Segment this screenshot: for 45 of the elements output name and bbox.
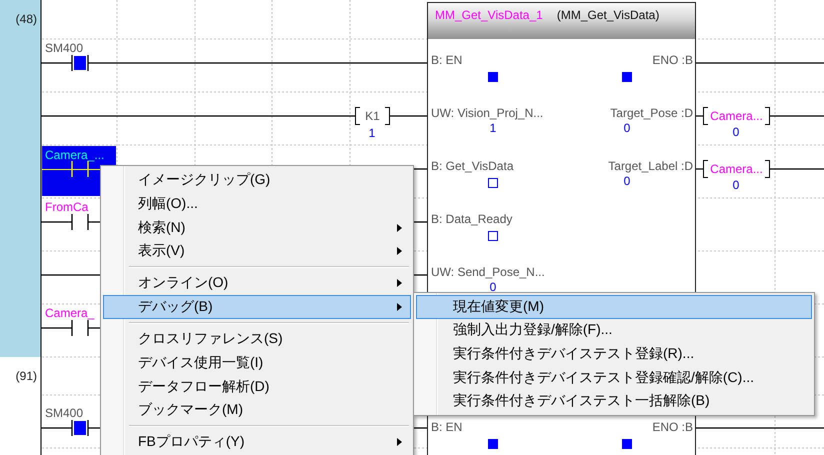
menu-item[interactable]: 現在値変更(M) — [416, 295, 812, 319]
menu-item[interactable]: FBプロパティ(Y) — [103, 430, 411, 454]
pin-label: ENO :B — [652, 53, 693, 67]
pin-label: Target_Label :D — [608, 159, 693, 173]
contact-device-label: Camera_ — [45, 306, 96, 320]
contact-device-label: SM400 — [45, 406, 84, 420]
output-device: Camera... — [703, 160, 770, 178]
constant-value: 1 — [368, 126, 376, 140]
pin-value: 0 — [488, 280, 498, 294]
pin-label: B: Data_Ready — [431, 212, 512, 226]
pin-value: 0 — [622, 174, 632, 188]
menu-item[interactable]: 列幅(O)... — [103, 192, 411, 216]
pin-value: 0 — [622, 121, 632, 135]
menu-item[interactable]: 検索(N) — [103, 216, 411, 240]
menu-item[interactable]: ブックマーク(M) — [103, 398, 411, 422]
menu-item[interactable]: オンライン(O) — [103, 271, 411, 296]
menu-item[interactable]: 表示(V) — [103, 239, 411, 264]
menu-item[interactable]: クロスリファレンス(S) — [103, 326, 411, 351]
menu-item[interactable]: イメージクリップ(G) — [103, 168, 411, 192]
pin-label: UW: Send_Pose_N... — [431, 265, 545, 279]
menu-item[interactable]: 実行条件付きデバイステスト一括解除(B) — [416, 389, 812, 413]
block-type-name: (MM_Get_VisData) — [556, 8, 660, 22]
instance-name: MM_Get_VisData_1 — [435, 8, 543, 22]
menu-item[interactable]: 強制入出力登録/解除(F)... — [416, 318, 812, 342]
pin-label: B: EN — [431, 420, 462, 434]
output-value: 0 — [732, 178, 740, 192]
pin-value: 1 — [488, 121, 498, 135]
pin-label: UW: Vision_Proj_N... — [431, 106, 544, 120]
menu-item[interactable]: デバッグ(B) — [103, 295, 411, 319]
pin-label: B: Get_VisData — [431, 159, 514, 173]
output-device: Camera... — [703, 107, 770, 125]
constant-device: K1 — [355, 107, 390, 125]
pin-label: B: EN — [431, 53, 462, 67]
menu-item[interactable]: 実行条件付きデバイステスト登録確認/解除(C)... — [416, 366, 812, 390]
menu-item[interactable]: データフロー解析(D) — [103, 374, 411, 398]
output-value: 0 — [732, 125, 740, 139]
menu-item[interactable]: デバイス使用一覧(I) — [103, 350, 411, 375]
menu-item[interactable]: 実行条件付きデバイステスト登録(R)... — [416, 342, 812, 366]
contact-device-label: Camera_... — [45, 148, 104, 162]
pin-label: ENO :B — [652, 420, 693, 434]
pin-label: Target_Pose :D — [610, 106, 693, 120]
step-number: (91) — [16, 369, 37, 383]
contact-device-label: FromCa — [45, 200, 90, 214]
contact-device-label: SM400 — [45, 41, 84, 55]
step-number: (48) — [16, 12, 37, 26]
